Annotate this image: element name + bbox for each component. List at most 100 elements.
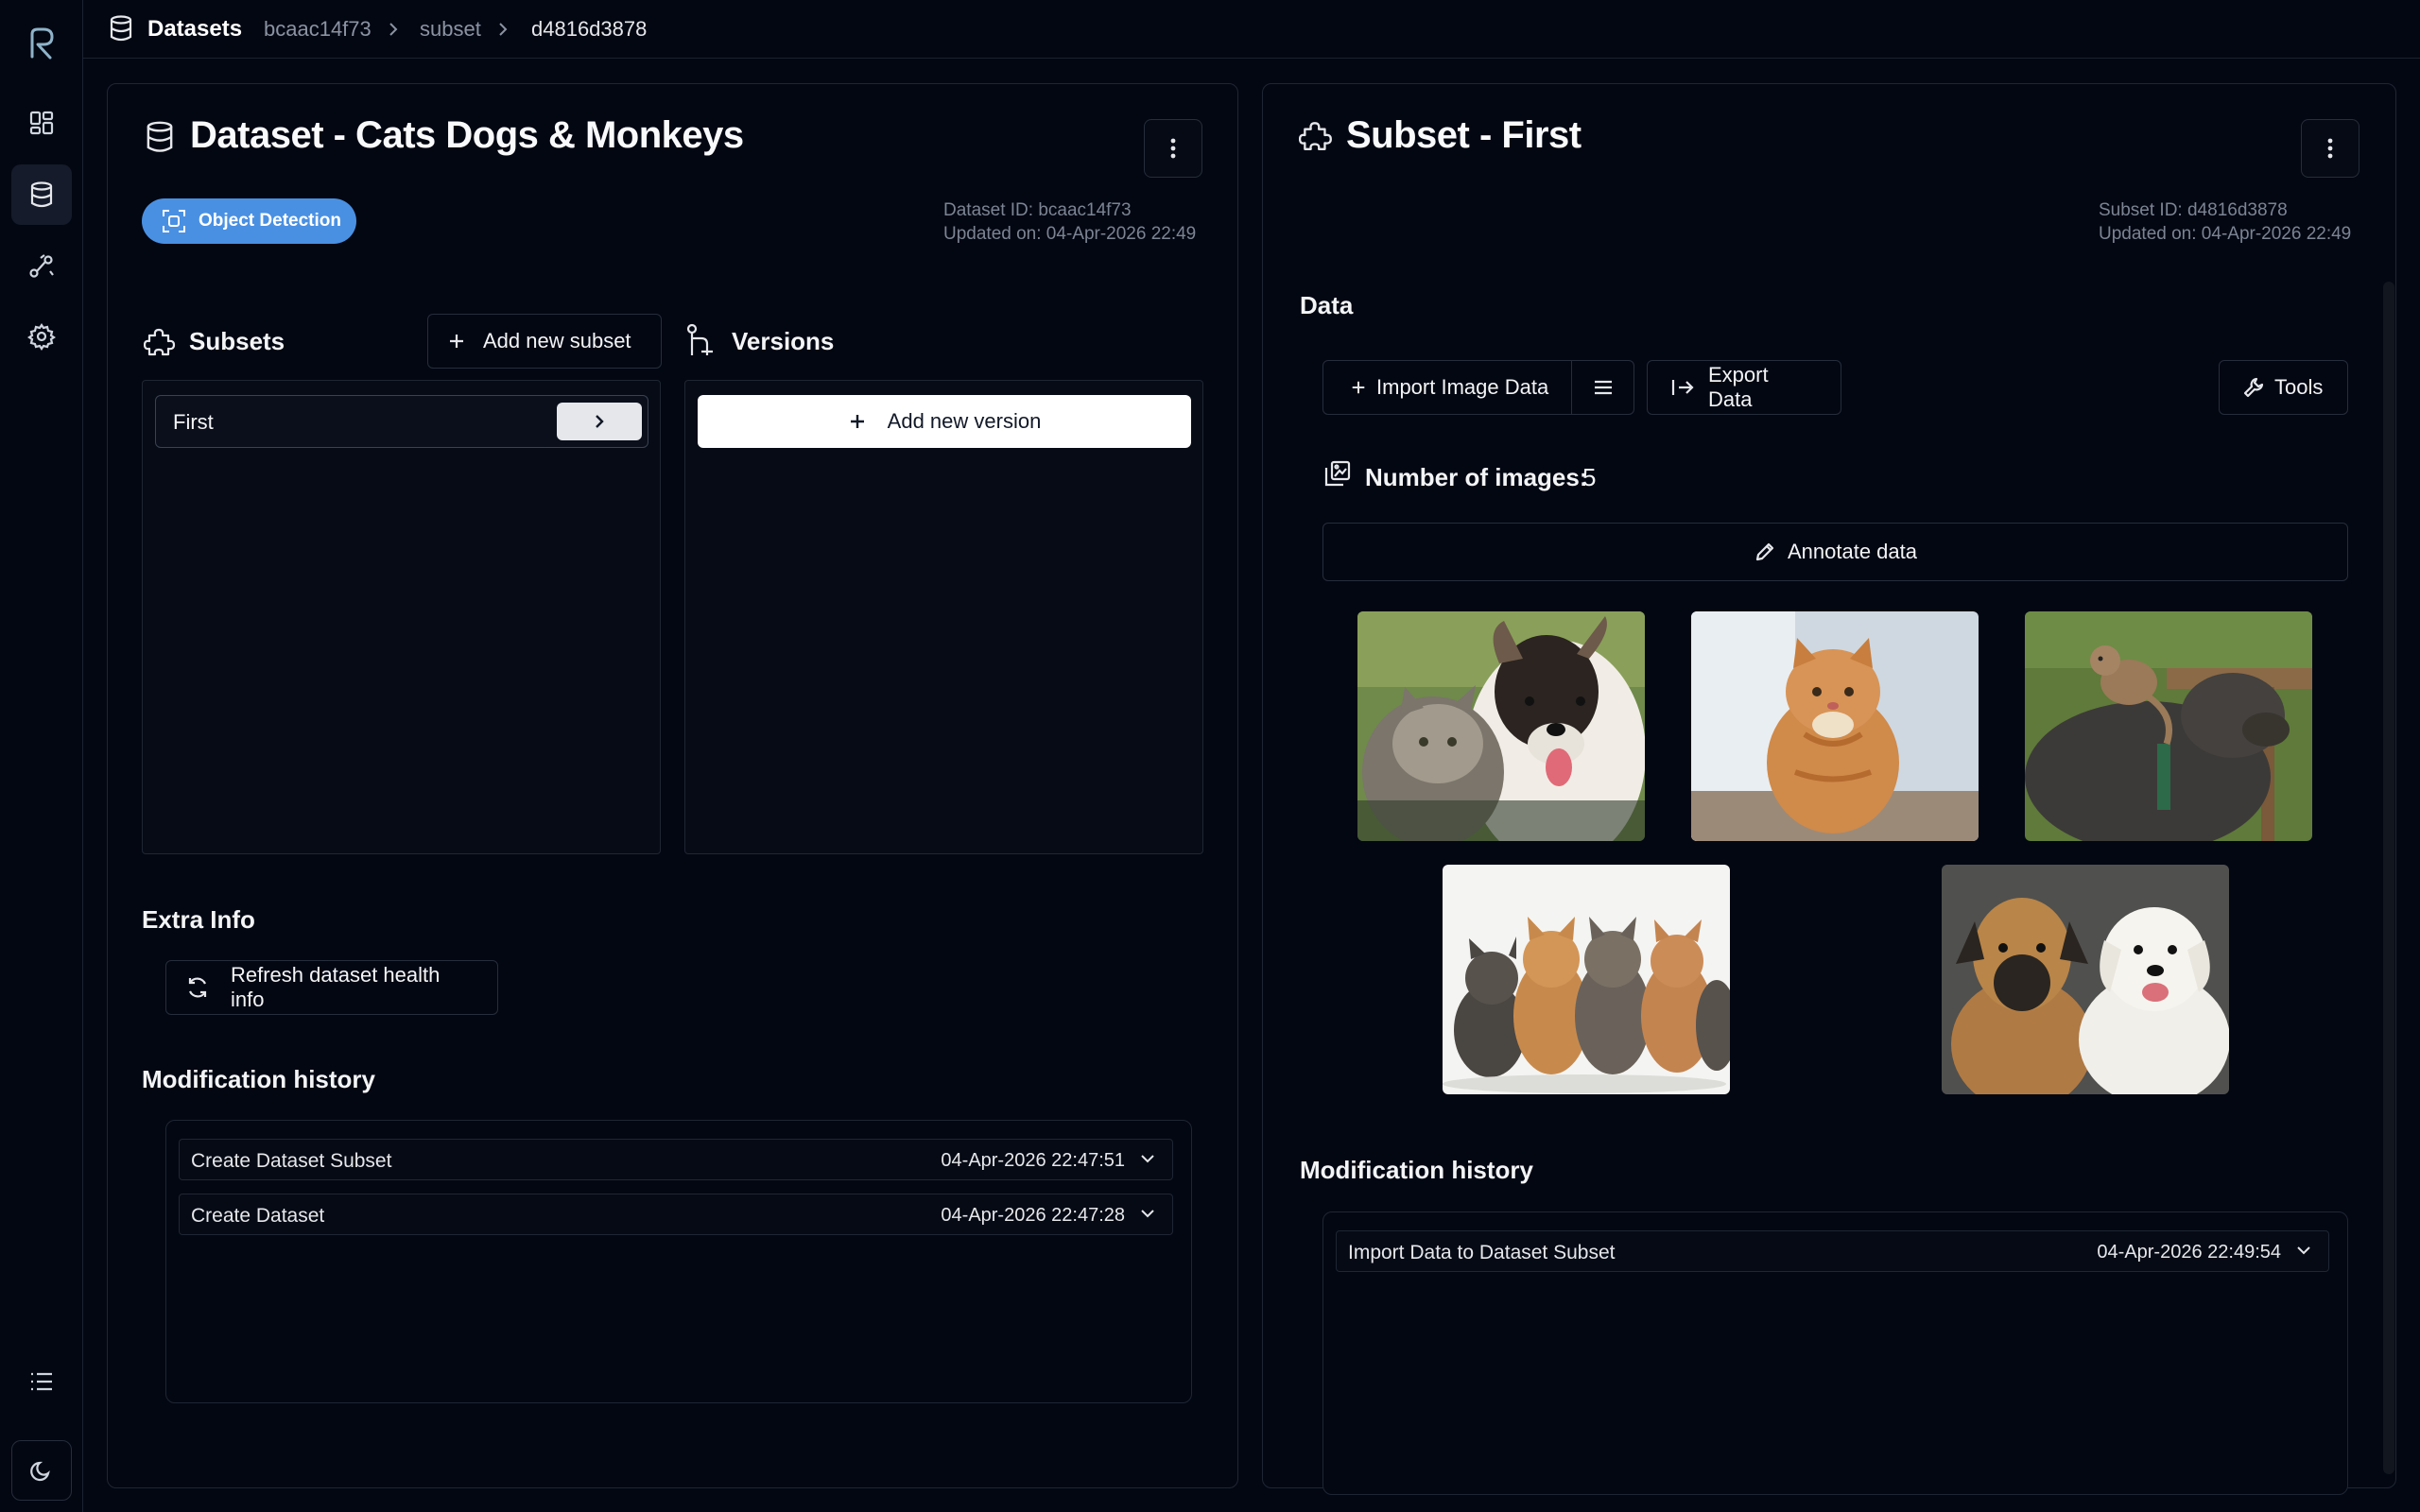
breadcrumb-root[interactable]: Datasets [147, 16, 242, 43]
dataset-id: Dataset ID: bcaac14f73 [943, 200, 1132, 220]
monkey-on-dog-photo [2025, 611, 2312, 841]
export-data-button[interactable]: Export Data [1647, 360, 1841, 415]
subset-scrollbar-track[interactable] [2383, 282, 2394, 1474]
puzzle-icon [144, 324, 178, 358]
git-branch-icon [686, 323, 718, 357]
nav-pipelines[interactable] [11, 236, 72, 297]
chevron-right-icon [388, 21, 399, 38]
annotate-data-label: Annotate data [1787, 540, 1917, 563]
task-type-label: Object Detection [199, 211, 341, 231]
plus-icon [1350, 379, 1367, 396]
menu-icon [1593, 379, 1614, 396]
subset-updated: Updated on: 04-Apr-2026 22:49 [2099, 224, 2352, 244]
puzzle-icon [1299, 117, 1335, 153]
export-icon [1670, 377, 1695, 398]
object-detection-icon [161, 208, 187, 234]
history-action: Create Dataset Subset [191, 1150, 392, 1172]
list-icon [28, 1370, 55, 1393]
history-item[interactable]: Import Data to Dataset Subset 04-Apr-202… [1336, 1230, 2329, 1272]
breadcrumb-current: d4816d3878 [531, 17, 648, 41]
history-action: Import Data to Dataset Subset [1348, 1242, 1616, 1263]
dataset-updated: Updated on: 04-Apr-2026 22:49 [943, 224, 1197, 244]
refresh-health-button[interactable]: Refresh dataset health info [165, 960, 498, 1015]
chevron-down-icon [1140, 1208, 1155, 1219]
wrench-icon [2242, 376, 2265, 399]
subsets-list [142, 380, 661, 854]
image-thumbnail[interactable] [1942, 865, 2229, 1094]
add-version-label: Add new version [887, 409, 1042, 433]
database-icon [28, 180, 55, 209]
history-item[interactable]: Create Dataset Subset 04-Apr-2026 22:47:… [179, 1139, 1173, 1180]
task-type-badge: Object Detection [142, 198, 356, 244]
extra-info-title: Extra Info [142, 905, 255, 934]
history-item[interactable]: Create Dataset 04-Apr-2026 22:47:28 [179, 1194, 1173, 1235]
data-title: Data [1300, 291, 1354, 319]
database-icon [108, 14, 134, 43]
image-thumbnail[interactable] [1691, 611, 1979, 841]
logo-icon[interactable] [25, 25, 59, 62]
nav-dashboard[interactable] [11, 93, 72, 153]
image-thumbnail[interactable] [2025, 611, 2312, 841]
nav-settings[interactable] [11, 306, 72, 367]
theme-toggle[interactable] [11, 1440, 72, 1501]
annotate-data-button[interactable]: Annotate data [1322, 523, 2348, 581]
history-date: 04-Apr-2026 22:49:54 [2097, 1242, 2281, 1263]
images-icon [1323, 459, 1352, 488]
import-options-button[interactable] [1572, 361, 1634, 414]
import-group: Import Image Data [1322, 360, 1634, 415]
subsets-title: Subsets [189, 327, 285, 355]
history-date: 04-Apr-2026 22:47:51 [941, 1150, 1125, 1171]
settings-icon [27, 322, 56, 351]
image-count-value: 5 [1582, 463, 1597, 491]
chevron-right-icon [594, 413, 605, 430]
nav-datasets[interactable] [11, 164, 72, 225]
dataset-more-button[interactable] [1144, 119, 1202, 178]
database-icon [144, 119, 176, 155]
add-subset-label: Add new subset [483, 329, 631, 352]
cat-and-dog-photo [1357, 611, 1645, 841]
subset-history-title: Modification history [1300, 1156, 1533, 1184]
plus-icon [848, 412, 867, 431]
orange-cat-photo [1691, 611, 1979, 841]
versions-list [684, 380, 1203, 854]
history-action: Create Dataset [191, 1205, 325, 1227]
add-subset-button[interactable]: Add new subset [427, 314, 662, 369]
subset-more-button[interactable] [2301, 119, 2360, 178]
more-vertical-icon [2327, 138, 2333, 159]
pencil-icon [1754, 541, 1776, 563]
breadcrumb: Datasets bcaac14f73 subset d4816d3878 [83, 0, 2420, 59]
tools-button[interactable]: Tools [2219, 360, 2348, 415]
import-image-data-label: Import Image Data [1376, 375, 1549, 399]
subset-item-label: First [173, 410, 214, 434]
refresh-health-label: Refresh dataset health info [231, 963, 441, 1011]
moon-icon [29, 1458, 54, 1483]
open-subset-button[interactable] [557, 403, 642, 440]
export-data-label: Export Data [1708, 363, 1769, 411]
subset-id: Subset ID: d4816d3878 [2099, 200, 2288, 220]
kittens-photo [1443, 865, 1730, 1094]
dashboard-icon [28, 110, 55, 136]
more-vertical-icon [1170, 138, 1176, 159]
dataset-title: Dataset - Cats Dogs & Monkeys [190, 114, 744, 156]
chevron-down-icon [2296, 1245, 2311, 1256]
nav-logs[interactable] [11, 1351, 72, 1412]
plus-icon [447, 332, 466, 351]
breadcrumb-subset[interactable]: subset [420, 17, 481, 42]
breadcrumb-dataset[interactable]: bcaac14f73 [264, 17, 372, 42]
pipeline-icon [27, 252, 56, 281]
image-thumbnail[interactable] [1443, 865, 1730, 1094]
sidebar [0, 0, 83, 1512]
history-date: 04-Apr-2026 22:47:28 [941, 1205, 1125, 1226]
subset-title: Subset - First [1346, 114, 1582, 156]
refresh-icon [185, 975, 210, 1000]
dataset-meta: Dataset ID: bcaac14f73 Updated on: 04-Ap… [943, 198, 1196, 246]
tools-label: Tools [2274, 375, 2324, 399]
add-version-button[interactable]: Add new version [698, 395, 1191, 448]
subset-meta: Subset ID: d4816d3878 Updated on: 04-Apr… [2099, 198, 2351, 246]
import-image-data-button[interactable]: Import Image Data [1323, 361, 1573, 414]
image-thumbnail[interactable] [1357, 611, 1645, 841]
dataset-history-title: Modification history [142, 1065, 375, 1093]
subset-item-first[interactable]: First [155, 395, 648, 448]
versions-title: Versions [732, 327, 835, 355]
image-count-label: Number of images: [1365, 463, 1588, 491]
